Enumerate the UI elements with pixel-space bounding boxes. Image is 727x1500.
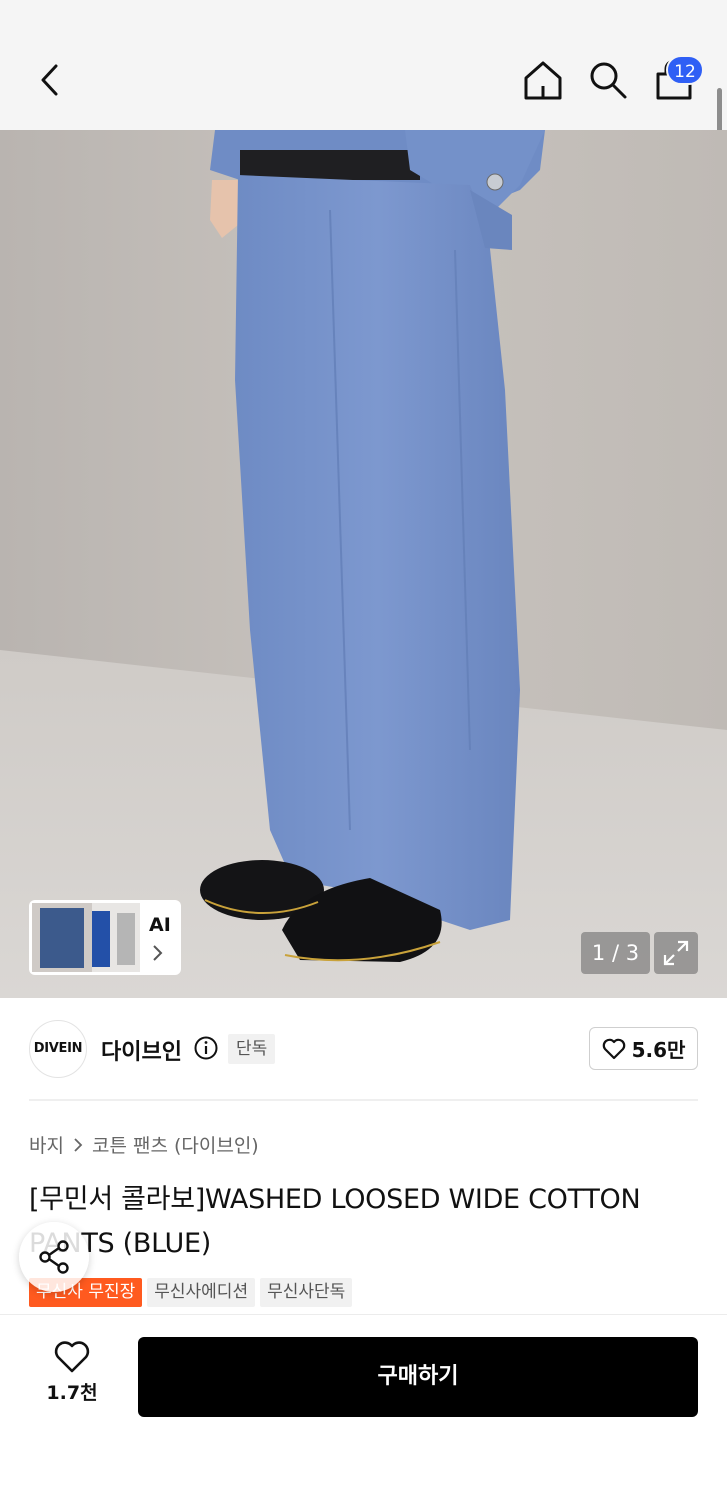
brand-name[interactable]: 다이브인	[101, 1034, 182, 1066]
info-icon[interactable]	[194, 1036, 218, 1060]
divider	[29, 1099, 698, 1101]
search-button[interactable]	[584, 56, 632, 104]
buy-button[interactable]: 구매하기	[138, 1337, 698, 1417]
image-page-indicator: 1 / 3	[581, 932, 650, 974]
home-button[interactable]	[519, 56, 567, 104]
tag-musinsa-edition[interactable]: 무신사에디션	[147, 1278, 256, 1307]
expand-icon	[663, 940, 689, 966]
tag-musinsa-exclusive[interactable]: 무신사단독	[260, 1278, 353, 1307]
expand-image-button[interactable]	[654, 932, 698, 974]
ai-label: AI	[149, 914, 171, 936]
brand-like-count: 5.6만	[631, 1038, 686, 1062]
wishlist-count: 1.7천	[46, 1382, 98, 1404]
brand-logo[interactable]: DIVEIN	[29, 1020, 87, 1078]
back-button[interactable]	[28, 58, 72, 102]
heart-icon	[602, 1038, 625, 1059]
chevron-right-icon	[153, 945, 163, 961]
chevron-right-icon	[73, 1137, 83, 1153]
ai-style-button[interactable]: AI	[29, 900, 181, 975]
chevron-left-icon	[41, 64, 58, 96]
product-photo	[0, 130, 727, 998]
heart-icon	[54, 1341, 90, 1373]
search-icon	[590, 62, 627, 99]
breadcrumb-category[interactable]: 바지	[29, 1131, 64, 1158]
product-title: [무민서 콜라보]WASHED LOOSED WIDE COTTON PANTS…	[29, 1184, 641, 1259]
product-image-carousel[interactable]: AI 1 / 3	[0, 130, 727, 998]
breadcrumb-subcategory[interactable]: 코튼 팬츠 (다이브인)	[92, 1131, 259, 1158]
brand-like-button[interactable]: 5.6만	[589, 1027, 698, 1070]
share-button[interactable]	[19, 1222, 89, 1292]
breadcrumb: 바지 코튼 팬츠 (다이브인)	[29, 1131, 259, 1158]
ai-thumbnail-image	[32, 903, 140, 972]
exclusive-badge: 단독	[228, 1034, 276, 1064]
share-icon	[39, 1240, 69, 1274]
home-icon	[524, 61, 562, 100]
cart-count-badge: 12	[666, 55, 704, 85]
wishlist-button[interactable]: 1.7천	[30, 1340, 114, 1414]
